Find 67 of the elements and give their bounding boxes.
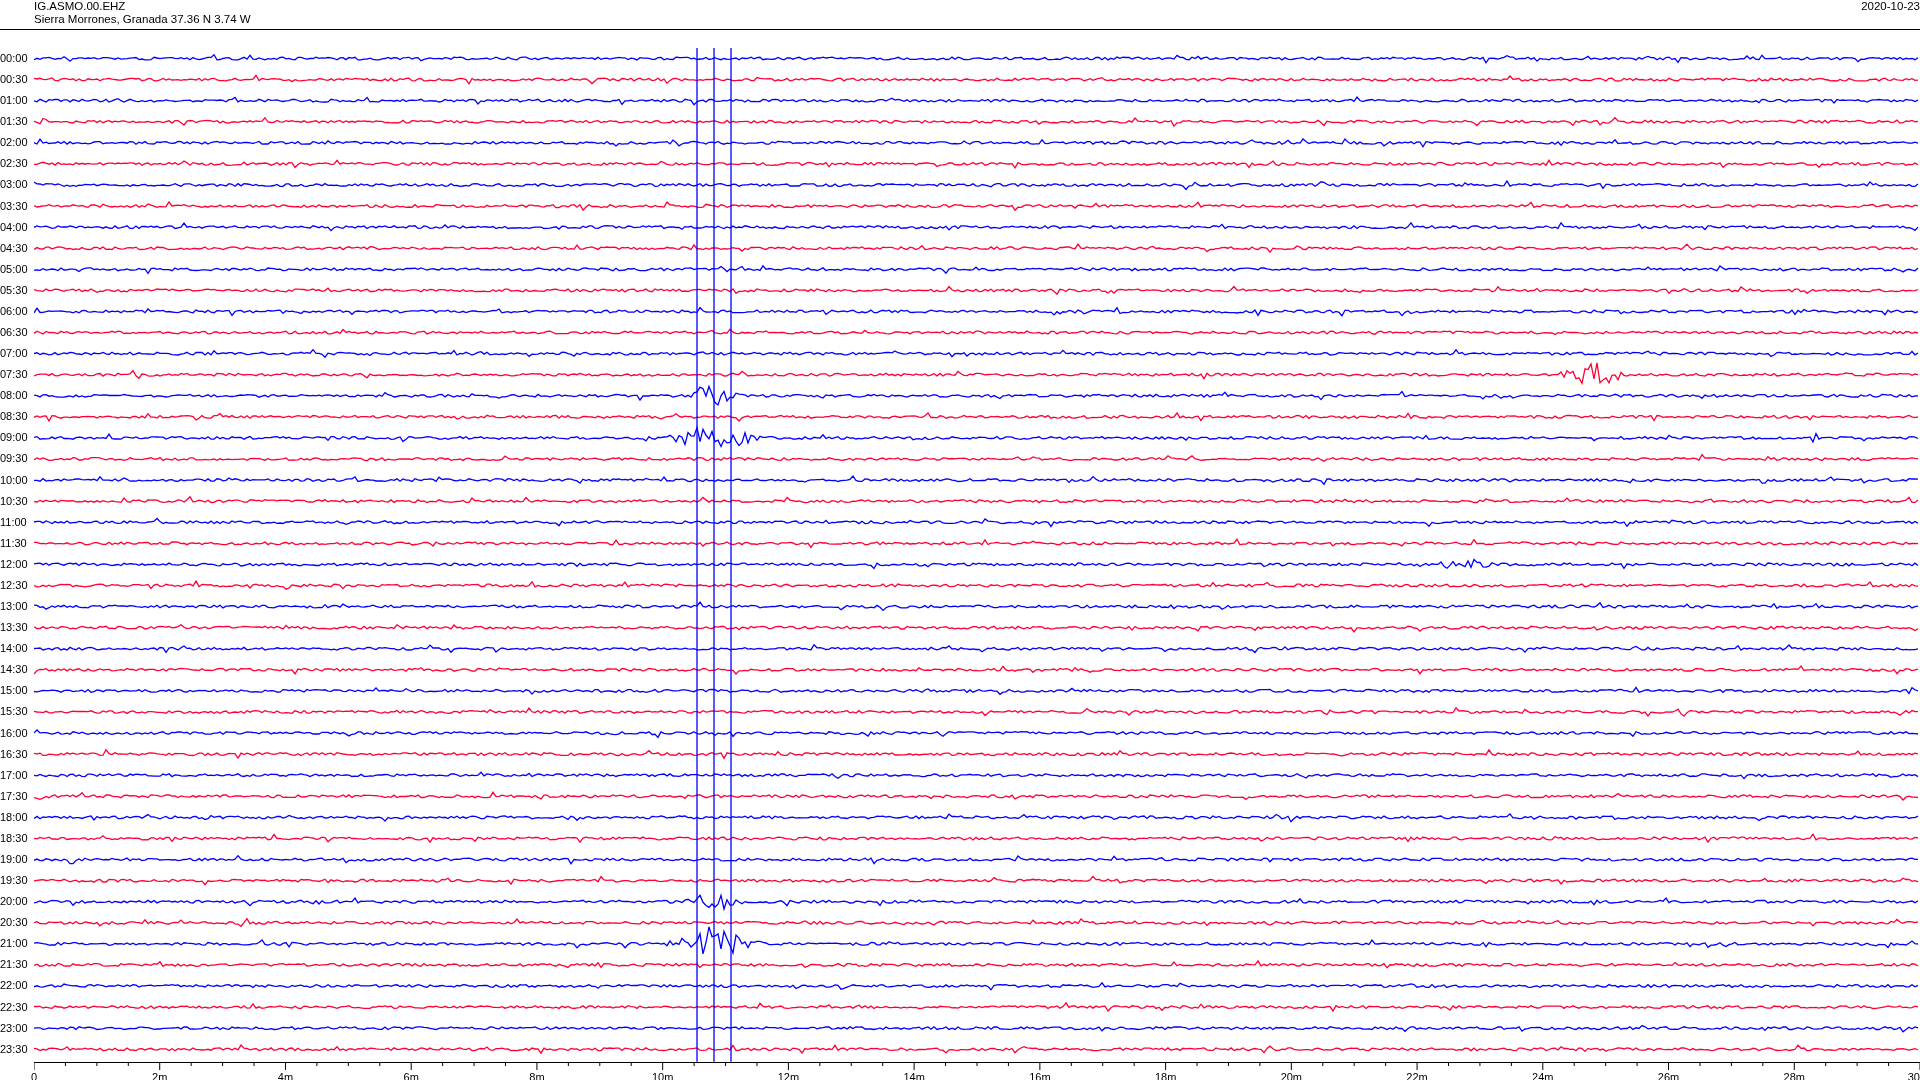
time-label: 16:30 bbox=[0, 746, 29, 762]
time-label: 03:30 bbox=[0, 198, 29, 214]
axis-tick-label: 0 bbox=[30, 1070, 38, 1080]
axis-tick-label: 24m bbox=[1532, 1070, 1554, 1080]
time-label: 10:30 bbox=[0, 493, 29, 509]
time-label: 06:00 bbox=[0, 303, 29, 319]
time-label: 19:00 bbox=[0, 851, 29, 867]
axis-tick-label: 28m bbox=[1783, 1070, 1805, 1080]
time-label: 19:30 bbox=[0, 873, 29, 889]
time-label: 00:00 bbox=[0, 51, 29, 66]
station-location: Sierra Morrones, Granada 37.36 N 3.74 W bbox=[34, 13, 251, 26]
axis-tick-label: 30 bbox=[1907, 1070, 1920, 1080]
time-label: 00:30 bbox=[0, 72, 29, 88]
time-label: 10:00 bbox=[0, 472, 29, 488]
time-label: 04:30 bbox=[0, 240, 29, 256]
time-label: 02:00 bbox=[0, 135, 29, 151]
time-label: 02:30 bbox=[0, 156, 29, 172]
time-label: 11:00 bbox=[0, 514, 28, 530]
time-label: 22:30 bbox=[0, 999, 29, 1015]
axis-tick-label: 8m bbox=[529, 1070, 545, 1080]
time-label: 14:00 bbox=[0, 641, 29, 657]
axis-tick-label: 12m bbox=[777, 1070, 800, 1080]
time-label: 12:30 bbox=[0, 577, 29, 593]
time-label: 21:00 bbox=[0, 936, 29, 952]
time-label: 06:30 bbox=[0, 325, 29, 340]
time-label: 09:30 bbox=[0, 451, 29, 467]
time-label: 13:00 bbox=[0, 599, 29, 615]
axis-tick-label: 22m bbox=[1406, 1070, 1428, 1080]
time-label: 05:30 bbox=[0, 282, 29, 298]
axis-tick-label: 16m bbox=[1029, 1070, 1051, 1080]
axis-tick-label: 18m bbox=[1154, 1070, 1177, 1080]
axis-tick-label: 2m bbox=[152, 1070, 168, 1080]
axis-tick-label: 6m bbox=[403, 1070, 419, 1080]
time-label: 07:30 bbox=[0, 367, 29, 383]
time-label: 11:30 bbox=[0, 535, 28, 551]
time-label: 20:00 bbox=[0, 894, 29, 910]
time-label: 01:00 bbox=[0, 93, 29, 109]
axis-tick-label: 4m bbox=[277, 1070, 294, 1080]
time-label: 17:00 bbox=[0, 767, 29, 783]
time-label: 03:00 bbox=[0, 177, 29, 193]
time-label: 09:00 bbox=[0, 430, 29, 446]
time-label: 08:30 bbox=[0, 409, 29, 425]
time-label: 07:00 bbox=[0, 346, 29, 362]
time-label: 16:00 bbox=[0, 725, 29, 741]
station-code: IG.ASMO.00.EHZ bbox=[34, 0, 127, 13]
axis-tick-label: 14m bbox=[903, 1070, 925, 1080]
time-label: 17:30 bbox=[0, 788, 29, 804]
time-label: 08:00 bbox=[0, 388, 29, 404]
time-label: 15:30 bbox=[0, 704, 29, 720]
time-label: 18:00 bbox=[0, 809, 29, 825]
time-label: 04:00 bbox=[0, 219, 29, 235]
axis-tick-label: 26m bbox=[1657, 1070, 1680, 1080]
time-label: 14:30 bbox=[0, 662, 29, 678]
time-label: 20:30 bbox=[0, 915, 29, 931]
time-label: 23:30 bbox=[0, 1041, 29, 1057]
time-label: 18:30 bbox=[0, 830, 29, 846]
time-label: 05:00 bbox=[0, 261, 29, 277]
date-label: 2020-10-23 bbox=[1861, 0, 1920, 13]
time-label: 01:30 bbox=[0, 114, 29, 130]
time-label: 12:00 bbox=[0, 556, 29, 572]
time-label: 22:00 bbox=[0, 978, 29, 994]
axis-tick-label: 10m bbox=[651, 1070, 674, 1080]
axis-tick-label: 20m bbox=[1280, 1070, 1303, 1080]
time-label: 13:30 bbox=[0, 620, 29, 636]
time-label: 21:30 bbox=[0, 957, 29, 973]
time-label: 23:00 bbox=[0, 1020, 29, 1036]
time-label: 15:00 bbox=[0, 683, 29, 699]
